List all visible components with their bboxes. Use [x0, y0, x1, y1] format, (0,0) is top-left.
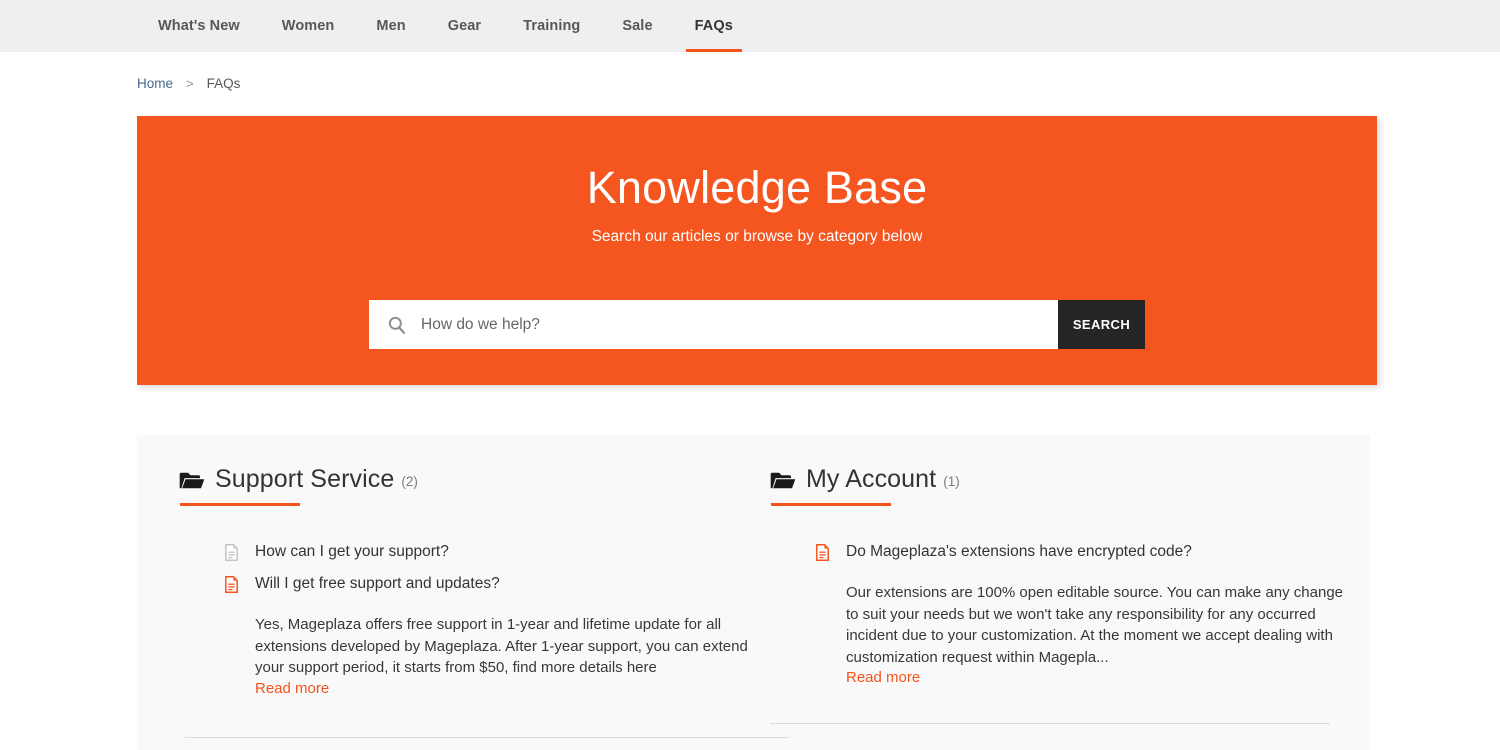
nav-item-sale[interactable]: Sale	[601, 0, 673, 52]
nav-item-training[interactable]: Training	[502, 0, 601, 52]
nav-item-label: Men	[376, 18, 406, 34]
document-icon	[225, 576, 238, 593]
nav-item-label: FAQs	[694, 18, 733, 34]
breadcrumb: Home > FAQs	[137, 76, 240, 91]
nav-item-label: Women	[281, 18, 335, 34]
folder-open-icon	[770, 472, 796, 489]
faq-categories-panel: Support Service (2) How can I get your s…	[137, 435, 1370, 750]
read-more-link[interactable]: Read more	[846, 669, 920, 686]
faq-question-item[interactable]: Do Mageplaza's extensions have encrypted…	[816, 542, 1371, 562]
category-divider	[185, 737, 789, 738]
knowledge-base-hero-banner: Knowledge Base Search our articles or br…	[137, 116, 1377, 385]
category-article-count: (1)	[943, 474, 960, 489]
category-heading[interactable]: My Account (1)	[770, 465, 960, 494]
document-icon	[816, 544, 829, 561]
faq-question-item[interactable]: Will I get free support and updates?	[225, 574, 780, 594]
page-subtitle: Search our articles or browse by categor…	[591, 228, 923, 245]
category-divider	[770, 723, 1330, 724]
faq-answer-text: Our extensions are 100% open editable so…	[846, 584, 1344, 666]
nav-item-men[interactable]: Men	[355, 0, 426, 52]
page-title: Knowledge Base	[586, 162, 928, 213]
nav-item-label: Gear	[447, 18, 482, 34]
faq-question-text: How can I get your support?	[255, 543, 449, 560]
category-title: Support Service	[215, 465, 395, 493]
knowledge-base-search-bar: SEARCH	[369, 300, 1145, 349]
breadcrumb-home-link[interactable]: Home	[137, 76, 173, 91]
search-field-wrapper	[369, 300, 1058, 349]
breadcrumb-current-page: FAQs	[206, 76, 241, 91]
folder-open-icon	[179, 472, 205, 489]
read-more-link[interactable]: Read more	[255, 680, 329, 697]
nav-item-whats-new[interactable]: What's New	[137, 0, 261, 52]
nav-item-women[interactable]: Women	[261, 0, 356, 52]
nav-item-label: Training	[523, 18, 581, 34]
faq-question-text: Will I get free support and updates?	[255, 575, 500, 592]
category-heading[interactable]: Support Service (2)	[179, 465, 418, 494]
faq-question-text: Do Mageplaza's extensions have encrypted…	[846, 543, 1192, 560]
nav-item-faqs[interactable]: FAQs	[674, 0, 754, 52]
main-navigation-bar: What's New Women Men Gear Training Sale …	[0, 0, 1500, 52]
search-button[interactable]: SEARCH	[1058, 300, 1145, 349]
faq-question-list: Do Mageplaza's extensions have encrypted…	[816, 542, 1371, 687]
document-icon	[225, 544, 238, 561]
faq-answer-text: Yes, Mageplaza offers free support in 1-…	[255, 616, 748, 676]
faq-question-list: How can I get your support? Will I get f…	[225, 542, 780, 698]
faq-answer-block: Our extensions are 100% open editable so…	[846, 582, 1358, 687]
nav-item-label: Sale	[622, 18, 653, 34]
breadcrumb-separator-icon: >	[186, 76, 194, 91]
nav-items-container: What's New Women Men Gear Training Sale …	[137, 0, 754, 52]
nav-item-label: What's New	[158, 18, 240, 34]
faq-question-item[interactable]: How can I get your support?	[225, 542, 780, 562]
nav-item-gear[interactable]: Gear	[427, 0, 502, 52]
category-title: My Account	[806, 465, 937, 493]
search-input[interactable]	[421, 300, 1058, 349]
category-article-count: (2)	[401, 474, 418, 489]
faq-answer-block: Yes, Mageplaza offers free support in 1-…	[255, 614, 767, 698]
search-icon	[388, 316, 406, 334]
category-underline-accent	[771, 503, 891, 506]
category-underline-accent	[180, 503, 300, 506]
